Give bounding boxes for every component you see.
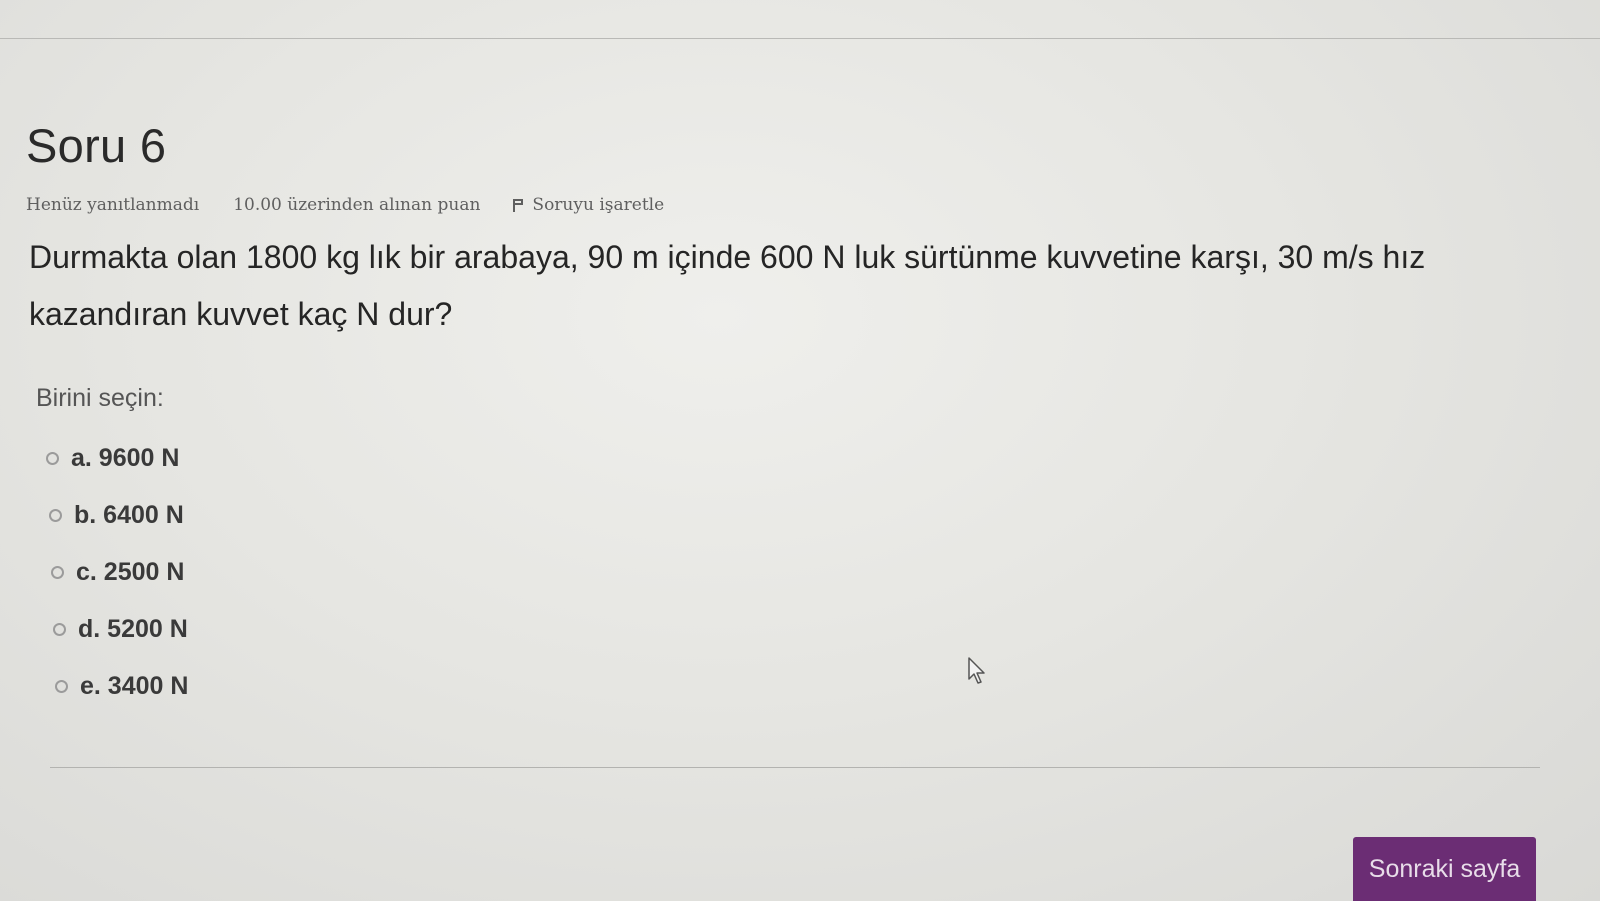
question-block: Soru 6 Henüz yanıtlanmadı 10.00 üzerinde… <box>26 118 1556 343</box>
flag-icon <box>512 198 524 212</box>
answer-option-a[interactable]: a. 9600 N <box>46 430 188 487</box>
answer-option-b[interactable]: b. 6400 N <box>49 487 188 544</box>
next-page-button[interactable]: Sonraki sayfa <box>1353 837 1536 901</box>
radio-button-b[interactable] <box>49 509 62 522</box>
answer-label-e: e. 3400 N <box>80 672 189 700</box>
radio-button-a[interactable] <box>46 452 59 465</box>
header-divider <box>0 38 1600 39</box>
radio-button-e[interactable] <box>55 680 68 693</box>
answer-label-d: d. 5200 N <box>78 615 188 643</box>
radio-button-d[interactable] <box>53 623 66 636</box>
answer-option-c[interactable]: c. 2500 N <box>51 544 188 601</box>
footer-divider <box>50 767 1540 768</box>
answer-prompt: Birini seçin: <box>36 384 164 412</box>
answer-label-b: b. 6400 N <box>74 501 184 529</box>
answer-label-c: c. 2500 N <box>76 558 185 586</box>
question-info: Henüz yanıtlanmadı 10.00 üzerinden alına… <box>26 195 1556 215</box>
flag-question-link[interactable]: Soruyu işaretle <box>512 195 664 215</box>
answer-label-a: a. 9600 N <box>71 444 180 472</box>
flag-question-label: Soruyu işaretle <box>532 195 665 215</box>
question-text: Durmakta olan 1800 kg lık bir arabaya, 9… <box>29 239 1426 332</box>
question-grade: 10.00 üzerinden alınan puan <box>233 195 481 215</box>
question-title: Soru 6 <box>26 119 167 172</box>
answer-option-d[interactable]: d. 5200 N <box>53 601 188 658</box>
answer-options: a. 9600 N b. 6400 N c. 2500 N d. 5200 N … <box>46 430 188 715</box>
question-state: Henüz yanıtlanmadı <box>26 195 200 215</box>
answer-option-e[interactable]: e. 3400 N <box>55 658 188 715</box>
mouse-pointer-icon <box>968 657 985 684</box>
radio-button-c[interactable] <box>51 566 64 579</box>
